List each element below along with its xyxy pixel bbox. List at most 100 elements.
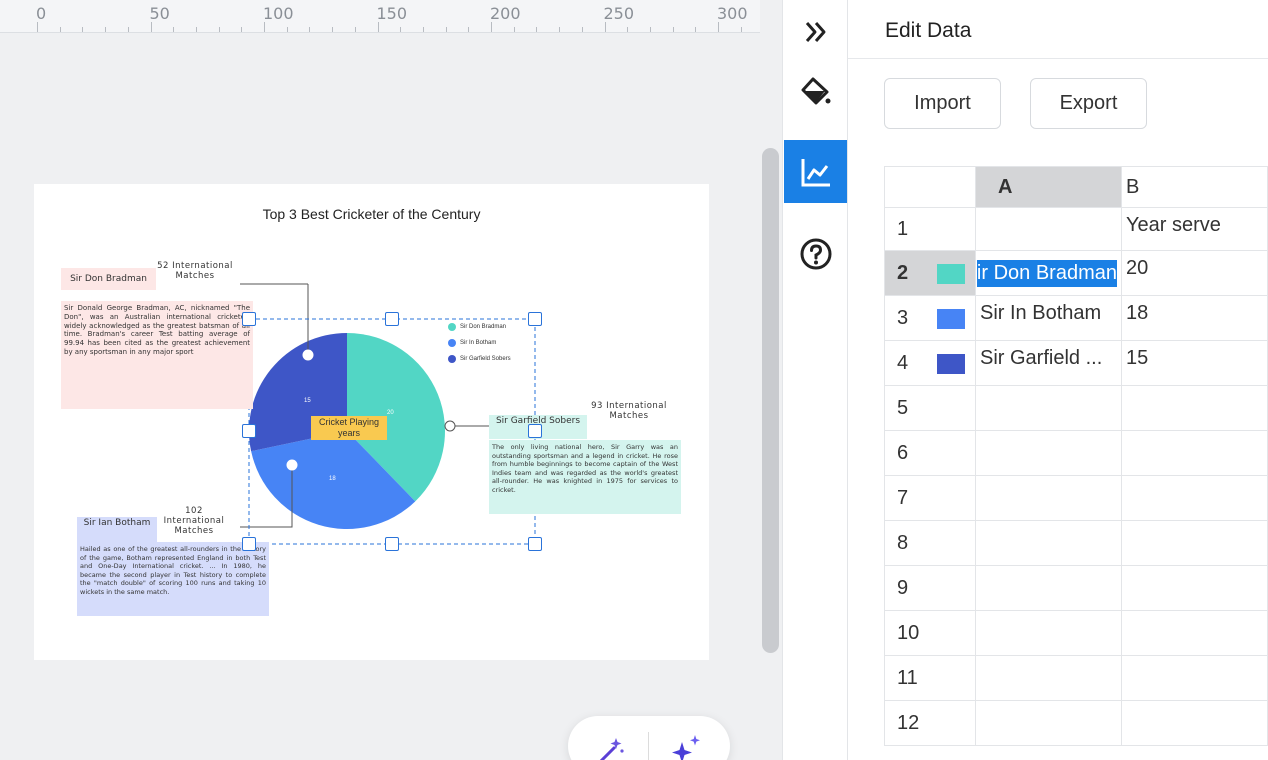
grid-corner-cell[interactable] — [884, 166, 976, 208]
ruler-tick — [400, 27, 402, 32]
ruler-label: 150 — [376, 4, 408, 23]
grid-row[interactable]: 8 — [884, 521, 1268, 566]
row-number[interactable]: 11 — [884, 656, 976, 701]
ruler-tick — [672, 27, 674, 32]
ruler-tick — [627, 27, 629, 32]
column-header-a[interactable]: A — [976, 166, 1122, 208]
cell-b[interactable] — [1122, 521, 1268, 566]
cell-b[interactable]: 15 — [1122, 341, 1268, 386]
series-color-swatch[interactable] — [937, 263, 965, 284]
cell-a[interactable] — [976, 656, 1122, 701]
cell-b[interactable]: Year serve — [1122, 208, 1268, 251]
row-number[interactable]: 6 — [884, 431, 976, 476]
connector-handle-bradman[interactable] — [302, 349, 314, 361]
grid-row[interactable]: 4 Sir Garfield ... 15 — [884, 341, 1268, 386]
cell-b[interactable]: 20 — [1122, 251, 1268, 296]
vertical-scrollbar[interactable] — [762, 148, 779, 653]
resize-handle-br[interactable] — [528, 537, 542, 551]
cell-a[interactable] — [976, 476, 1122, 521]
resize-handle-mr[interactable] — [528, 424, 542, 438]
export-button[interactable]: Export — [1030, 78, 1147, 129]
resize-handle-tr[interactable] — [528, 312, 542, 326]
bradman-body: Sir Donald George Bradman, AC, nicknamed… — [61, 301, 253, 409]
row-number[interactable]: 7 — [884, 476, 976, 521]
resize-handle-bl[interactable] — [242, 537, 256, 551]
cell-b[interactable] — [1122, 386, 1268, 431]
ruler-label: 300 — [717, 4, 748, 23]
help-button[interactable] — [784, 222, 847, 285]
resize-handle-tm[interactable] — [385, 312, 399, 326]
series-color-swatch[interactable] — [937, 353, 965, 374]
cell-a[interactable] — [976, 701, 1122, 746]
grid-row[interactable]: 1 Year serve — [884, 208, 1268, 251]
cell-b[interactable] — [1122, 701, 1268, 746]
row-number[interactable]: 9 — [884, 566, 976, 611]
cell-a[interactable]: Sir Don Bradman — [976, 251, 1122, 296]
magic-wand-icon[interactable] — [594, 734, 626, 760]
cell-a[interactable] — [976, 431, 1122, 476]
ruler-tick — [264, 22, 265, 32]
resize-handle-ml[interactable] — [242, 424, 256, 438]
row-number[interactable]: 2 — [884, 251, 976, 296]
grid-row[interactable]: 10 — [884, 611, 1268, 656]
ruler-tick — [332, 27, 334, 32]
grid-row[interactable]: 12 — [884, 701, 1268, 746]
cell-a[interactable] — [976, 521, 1122, 566]
ruler-tick — [105, 27, 107, 32]
cell-b[interactable] — [1122, 566, 1268, 611]
cell-a[interactable] — [976, 208, 1122, 251]
grid-row[interactable]: 2 Sir Don Bradman 20 — [884, 251, 1268, 296]
column-header-b[interactable]: B — [1122, 166, 1268, 208]
legend-swatch — [448, 323, 456, 331]
cell-b[interactable] — [1122, 476, 1268, 521]
grid-row[interactable]: 3 Sir In Botham 18 — [884, 296, 1268, 341]
floating-ai-toolbar — [568, 716, 730, 760]
cell-a[interactable] — [976, 611, 1122, 656]
ruler-tick — [377, 22, 379, 32]
ruler-tick — [559, 27, 561, 32]
ruler-tick — [422, 27, 424, 32]
connector-handle-botham[interactable] — [286, 459, 298, 471]
row-number[interactable]: 5 — [884, 386, 976, 431]
ruler-tick — [604, 22, 606, 32]
cell-b[interactable] — [1122, 656, 1268, 701]
ruler-tick — [740, 27, 742, 32]
ruler-tick — [127, 27, 129, 32]
fill-style-button[interactable] — [784, 60, 847, 123]
row-number[interactable]: 8 — [884, 521, 976, 566]
diagram-page[interactable]: Top 3 Best Cricketer of the Century Sir … — [34, 184, 709, 660]
resize-handle-bm[interactable] — [385, 537, 399, 551]
row-number[interactable]: 3 — [884, 296, 976, 341]
connector-handle-sobers[interactable] — [444, 420, 456, 432]
cell-b-text: 18 — [1126, 302, 1149, 324]
cell-a[interactable]: Sir Garfield ... — [976, 341, 1122, 386]
grid-row[interactable]: 11 — [884, 656, 1268, 701]
row-number[interactable]: 1 — [884, 208, 976, 251]
ruler-tick — [150, 22, 152, 32]
cell-a[interactable] — [976, 386, 1122, 431]
collapse-panel-button[interactable] — [784, 0, 847, 63]
cell-b[interactable] — [1122, 611, 1268, 656]
chart-data-button[interactable] — [784, 140, 847, 203]
resize-handle-tl[interactable] — [242, 312, 256, 326]
side-icon-strip — [782, 0, 848, 760]
cell-a[interactable]: Sir In Botham — [976, 296, 1122, 341]
center-label[interactable]: Cricket Playing years — [311, 416, 387, 440]
ai-sparkle-icon[interactable] — [668, 732, 704, 760]
cell-b[interactable]: 18 — [1122, 296, 1268, 341]
grid-row[interactable]: 9 — [884, 566, 1268, 611]
series-color-swatch[interactable] — [937, 308, 965, 329]
grid-row[interactable]: 6 — [884, 431, 1268, 476]
toolbar-separator — [648, 732, 649, 760]
grid-row[interactable]: 5 — [884, 386, 1268, 431]
cell-b[interactable] — [1122, 431, 1268, 476]
import-button[interactable]: Import — [884, 78, 1001, 129]
row-number[interactable]: 12 — [884, 701, 976, 746]
cell-a[interactable] — [976, 566, 1122, 611]
ruler-label: 200 — [490, 4, 521, 23]
row-number[interactable]: 4 — [884, 341, 976, 386]
row-number[interactable]: 10 — [884, 611, 976, 656]
cell-b-text: Year serve — [1126, 214, 1221, 236]
grid-row[interactable]: 7 — [884, 476, 1268, 521]
canvas-area[interactable]: 0 50 100 150 200 250 300 Top 3 Best Cricketer … — [0, 0, 782, 760]
